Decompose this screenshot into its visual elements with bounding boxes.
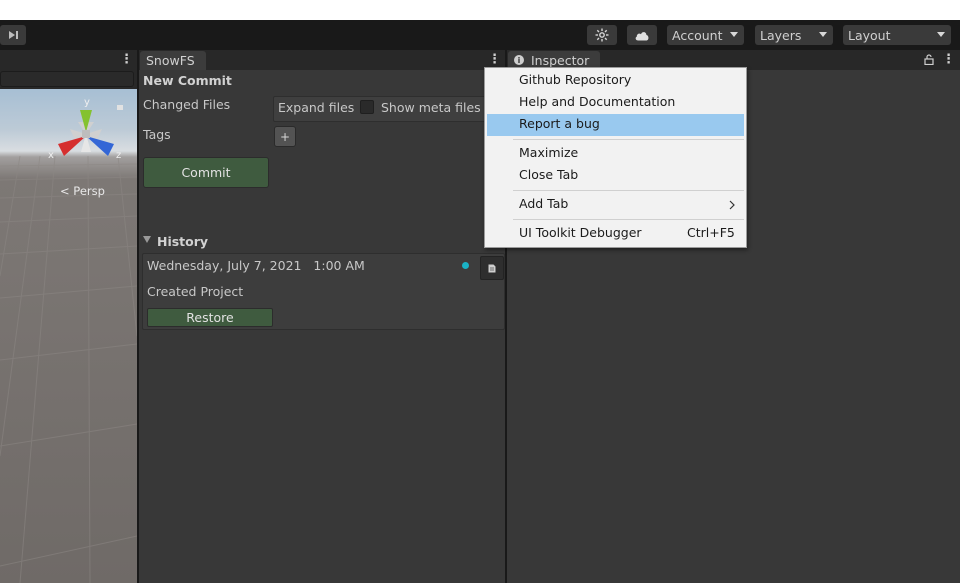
menu-item-label: Github Repository: [519, 72, 632, 87]
cloud-icon: [635, 31, 649, 40]
menu-item-report-a-bug[interactable]: Report a bug: [487, 114, 744, 136]
history-heading[interactable]: History: [157, 234, 208, 249]
scene-menu-kebab-icon[interactable]: ⋮: [120, 53, 133, 66]
menu-item-label: Report a bug: [519, 116, 600, 131]
orientation-gizmo-icon[interactable]: y x z: [48, 94, 128, 168]
gizmo-axis-x: x: [48, 150, 54, 161]
menu-separator: [513, 219, 744, 220]
menu-item-help-and-documentation[interactable]: Help and Documentation: [487, 92, 744, 114]
menu-item-label: Help and Documentation: [519, 94, 676, 109]
gizmo-axis-z: z: [116, 150, 121, 161]
restore-button[interactable]: Restore: [147, 308, 273, 327]
layout-dropdown[interactable]: Layout: [843, 25, 951, 45]
menu-item-close-tab[interactable]: Close Tab: [487, 165, 744, 187]
menu-item-label: UI Toolkit Debugger: [519, 225, 642, 240]
menu-item-maximize[interactable]: Maximize: [487, 143, 744, 165]
layout-label: Layout: [848, 27, 891, 43]
history-foldout-caret-icon[interactable]: [143, 236, 151, 243]
head-status-dot-icon: [462, 262, 469, 269]
account-label: Account: [672, 27, 723, 43]
layers-label: Layers: [760, 27, 802, 43]
cloud-button[interactable]: [627, 25, 657, 45]
commit-time-text: 1:00 AM: [313, 258, 365, 273]
inspector-menu-kebab-icon[interactable]: ⋮: [942, 53, 955, 66]
chevron-down-icon: [819, 32, 827, 37]
changed-files-label: Changed Files: [143, 97, 231, 112]
chevron-right-icon: [729, 200, 735, 210]
new-commit-heading: New Commit: [143, 73, 232, 88]
scene-search-input[interactable]: [0, 71, 134, 87]
menu-separator: [513, 190, 744, 191]
gizmo-axis-y: y: [84, 97, 90, 108]
menu-item-label: Add Tab: [519, 196, 569, 211]
menu-item-label: Maximize: [519, 145, 579, 160]
scene-grid: [0, 156, 137, 583]
top-strip: [0, 0, 960, 20]
show-meta-files-label: Show meta files: [381, 100, 481, 115]
tags-label: Tags: [143, 127, 171, 142]
chevron-down-icon: [937, 32, 945, 37]
add-tag-button[interactable]: +: [274, 126, 296, 147]
menu-item-add-tab[interactable]: Add Tab: [487, 194, 744, 216]
lock-icon[interactable]: [924, 54, 934, 65]
collab-icon: [595, 28, 609, 42]
account-dropdown[interactable]: Account: [667, 25, 744, 45]
expand-files-toggle[interactable]: Expand files: [278, 100, 354, 115]
chevron-down-icon: [730, 32, 738, 37]
commit-date-text: Wednesday, July 7, 2021: [147, 258, 302, 273]
info-icon: i: [514, 55, 524, 65]
menu-item-label: Close Tab: [519, 167, 579, 182]
layers-dropdown[interactable]: Layers: [755, 25, 833, 45]
tab-snowfs[interactable]: SnowFS: [140, 51, 206, 70]
commit-details-button[interactable]: [480, 256, 504, 280]
view-mode-label[interactable]: < Persp: [60, 184, 105, 198]
document-icon: [488, 264, 496, 272]
commit-button[interactable]: Commit: [143, 157, 269, 188]
show-meta-files-checkbox[interactable]: [360, 100, 374, 114]
step-button[interactable]: [0, 25, 26, 45]
commit-message: Created Project: [147, 284, 244, 299]
scene-panel-header: [0, 50, 137, 70]
collab-button[interactable]: [587, 25, 617, 45]
menu-separator: [513, 139, 744, 140]
panel-menu-kebab-icon[interactable]: ⋮: [488, 53, 501, 66]
menu-item-shortcut: Ctrl+F5: [687, 225, 735, 240]
step-icon: [9, 31, 18, 39]
menu-item-github-repository[interactable]: Github Repository: [487, 70, 744, 92]
commit-date: Wednesday, July 7, 2021 1:00 AM: [147, 258, 365, 273]
